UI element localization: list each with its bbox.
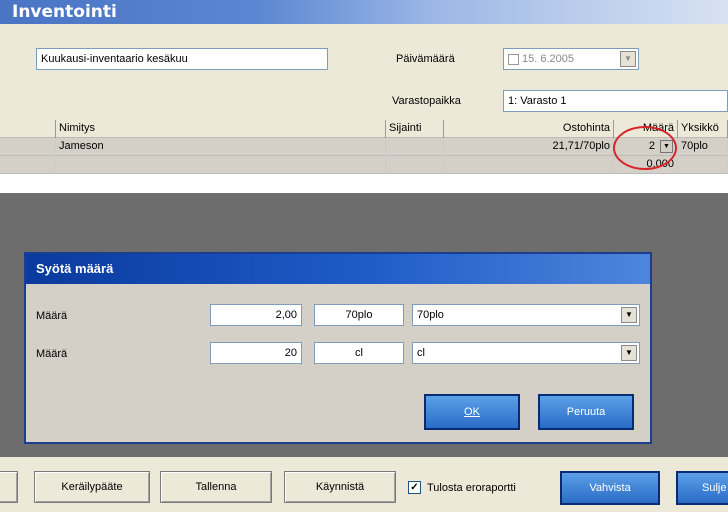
grid-empty-space	[0, 174, 728, 193]
qty-highlight-annotation	[613, 126, 677, 170]
cell-unit[interactable]: 70plo	[678, 138, 728, 156]
row-selector[interactable]	[0, 138, 56, 156]
date-label: Päivämäärä	[396, 53, 455, 65]
confirm-button[interactable]: Vahvista	[560, 471, 660, 505]
print-diff-label: Tulosta eroraportti	[427, 482, 516, 494]
chevron-down-icon[interactable]: ▼	[620, 51, 636, 67]
cell-price[interactable]: 21,71/70plo	[444, 138, 614, 156]
date-checkbox[interactable]	[508, 53, 519, 65]
close-button[interactable]: Sulje	[676, 471, 728, 505]
unit-select-1-value: 70plo	[417, 309, 444, 321]
col-header-price[interactable]: Ostohinta	[444, 120, 614, 138]
qty-label-1: Määrä	[36, 310, 68, 322]
dialog-title: Syötä määrä	[36, 261, 114, 276]
date-picker[interactable]: 15. 6.2005 ▼	[503, 48, 639, 70]
dialog-titlebar: Syötä määrä	[26, 254, 650, 284]
qty-input-2[interactable]: 20	[210, 342, 302, 364]
cell-name[interactable]: Jameson	[56, 138, 386, 156]
window-title: Inventointi	[12, 2, 117, 22]
unit-select-2-value: cl	[417, 347, 425, 359]
location-label: Varastopaikka	[392, 95, 461, 107]
cell-location[interactable]	[386, 156, 444, 174]
inventory-name-input[interactable]: Kuukausi-inventaario kesäkuu	[36, 48, 328, 70]
col-header-unit[interactable]: Yksikkö	[678, 120, 728, 138]
unit-select-1[interactable]: 70plo ▼	[412, 304, 640, 326]
qty-label-2: Määrä	[36, 348, 68, 360]
ok-button-label: OK	[464, 406, 480, 418]
cell-unit[interactable]	[678, 156, 728, 174]
grid-header-spacer	[0, 120, 56, 138]
partial-left-button[interactable]	[0, 471, 18, 503]
row-selector[interactable]	[0, 156, 56, 174]
date-value: 15. 6.2005	[522, 53, 574, 65]
unit-field-1: 70plo	[314, 304, 404, 326]
location-select[interactable]: 1: Varasto 1	[503, 90, 728, 112]
collector-button[interactable]: Keräilypääte	[34, 471, 150, 503]
cell-price[interactable]	[444, 156, 614, 174]
col-header-location[interactable]: Sijainti	[386, 120, 444, 138]
print-diff-checkbox[interactable]: ✓	[408, 481, 421, 494]
cancel-button-label: Peruuta	[566, 406, 606, 418]
chevron-down-icon[interactable]: ▼	[621, 345, 637, 361]
cell-location[interactable]	[386, 138, 444, 156]
start-button[interactable]: Käynnistä	[284, 471, 396, 503]
save-button[interactable]: Tallenna	[160, 471, 272, 503]
enter-quantity-dialog: Syötä määrä Määrä 2,00 70plo 70plo ▼ Mää…	[24, 252, 652, 444]
bottom-toolbar: Keräilypääte Tallenna Käynnistä ✓ Tulost…	[0, 457, 728, 512]
chevron-down-icon[interactable]: ▼	[621, 307, 637, 323]
inventory-header-form: Kuukausi-inventaario kesäkuu Päivämäärä …	[0, 24, 728, 120]
unit-select-2[interactable]: cl ▼	[412, 342, 640, 364]
cell-name[interactable]	[56, 156, 386, 174]
window-titlebar: Inventointi	[0, 0, 728, 24]
ok-button[interactable]: OK	[424, 394, 520, 430]
col-header-name[interactable]: Nimitys	[56, 120, 386, 138]
unit-field-2: cl	[314, 342, 404, 364]
qty-input-1[interactable]: 2,00	[210, 304, 302, 326]
cancel-button[interactable]: Peruuta	[538, 394, 634, 430]
